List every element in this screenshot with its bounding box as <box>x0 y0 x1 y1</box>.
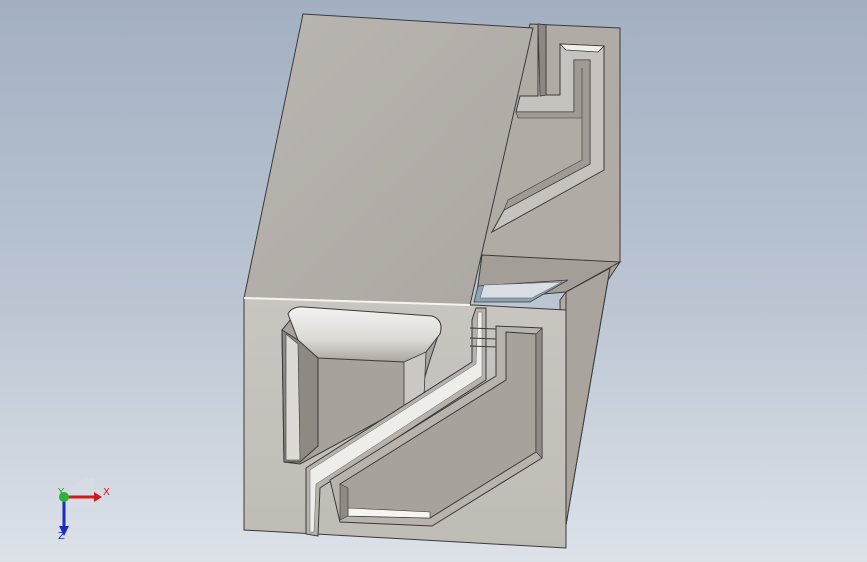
x-axis-label: X <box>103 487 110 498</box>
right-face-lower <box>561 267 611 549</box>
graphics-viewport[interactable]: X Y Z <box>0 0 867 562</box>
y-axis-label: Y <box>58 487 65 498</box>
axis-triad: X Y Z <box>44 478 124 548</box>
triad-graphic <box>59 478 102 536</box>
z-axis-label: Z <box>58 531 65 542</box>
3d-part-model[interactable] <box>0 0 867 562</box>
